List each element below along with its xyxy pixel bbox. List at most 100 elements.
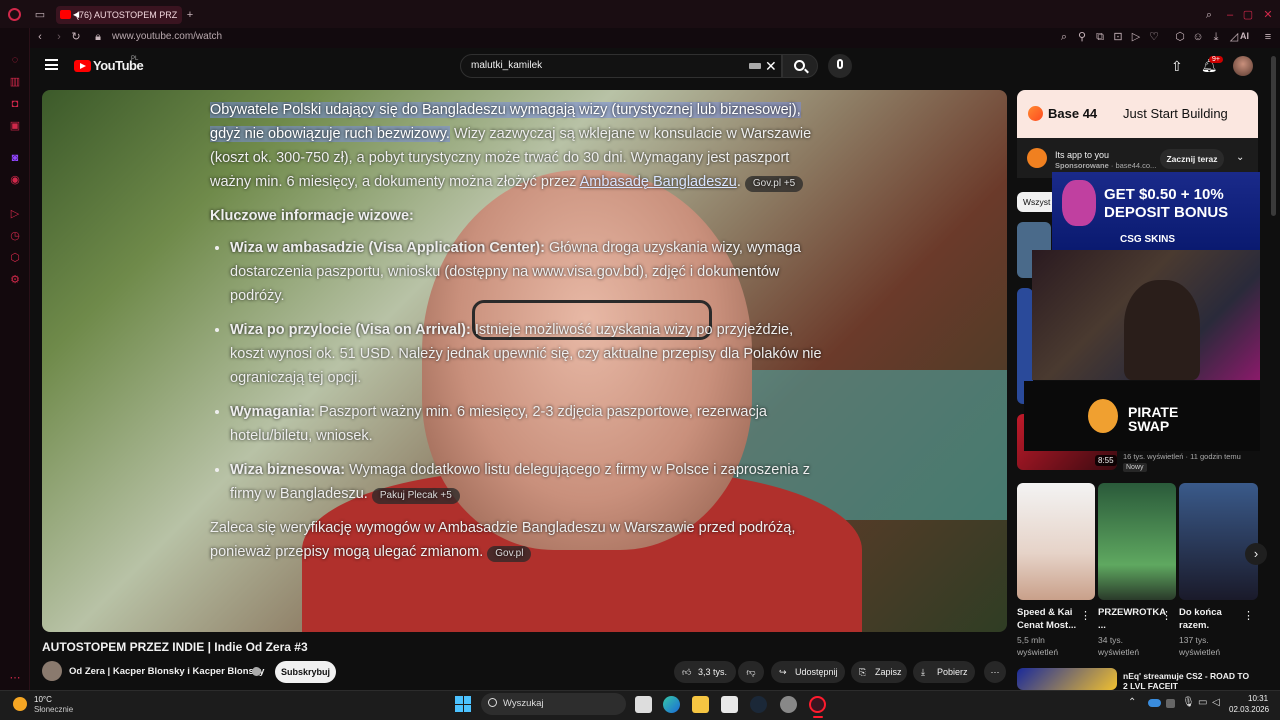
share-icon: ↪	[779, 667, 787, 677]
tray-chevron-icon[interactable]: ⌃	[1128, 697, 1136, 708]
weather-icon[interactable]	[13, 697, 27, 711]
upload-icon[interactable]: ⇧	[1171, 58, 1183, 75]
close-window-icon[interactable]: ✕	[1262, 9, 1274, 21]
ai-sidebar-icon[interactable]: ◌	[9, 54, 21, 66]
back-icon[interactable]: ‹	[34, 31, 46, 43]
player-icon[interactable]: ▷	[1130, 31, 1142, 43]
more-actions-button[interactable]: ⋯	[984, 661, 1006, 683]
volume-icon[interactable]: ◁	[1212, 697, 1220, 708]
search-button[interactable]	[782, 54, 818, 78]
short-menu-icon[interactable]: ⋮	[1243, 609, 1254, 622]
ad-brand: Base 44	[1048, 106, 1098, 121]
music-icon[interactable]: ▣	[9, 120, 21, 132]
short-thumbnail[interactable]	[1179, 483, 1258, 600]
pin-icon[interactable]: ⚲	[1076, 31, 1088, 43]
file-explorer-icon[interactable]	[692, 696, 709, 713]
source-chip[interactable]: Pakuj Plecak +5	[371, 488, 460, 504]
clear-search-icon[interactable]: ✕	[765, 58, 777, 75]
profile-icon[interactable]: ☺	[1192, 31, 1204, 43]
heart-icon[interactable]: ♡	[1148, 31, 1160, 43]
shorts-next-button[interactable]: ›	[1245, 543, 1267, 565]
short-title[interactable]: Speed & Kai Cenat Most...	[1017, 606, 1077, 632]
page-scrollbar[interactable]	[1271, 56, 1276, 216]
clock-date[interactable]: 02.03.2026	[1229, 705, 1269, 714]
taskbar-search[interactable]: Wyszukaj	[481, 693, 626, 715]
dislike-button[interactable]: 👎︎	[738, 661, 764, 683]
next-video-title[interactable]: nEq' streamuje CS2 - ROAD TO 2 LVL FACEI…	[1123, 671, 1251, 690]
minimize-icon[interactable]: –	[1224, 9, 1236, 21]
short-menu-icon[interactable]: ⋮	[1080, 609, 1091, 622]
network-icon[interactable]: ▭	[1198, 697, 1207, 708]
chip-all[interactable]: Wszyst	[1017, 192, 1057, 212]
short-title[interactable]: PRZEWROTKA ...	[1098, 606, 1166, 632]
opera-logo-icon[interactable]	[8, 8, 21, 21]
zoom-icon[interactable]: ⌕	[1058, 31, 1070, 43]
player-sidebar-icon[interactable]: ◉	[9, 174, 21, 186]
downloads-icon[interactable]: ⤓	[1210, 31, 1222, 43]
short-title[interactable]: Do końca razem.	[1179, 606, 1235, 632]
menu-icon[interactable]: ≡	[1262, 31, 1274, 43]
url-field[interactable]: www.youtube.com/watch	[112, 31, 222, 42]
channel-name[interactable]: Od Zera | Kacper Blonsky i Kacper Blonsk…	[69, 666, 264, 677]
tray-app-icon[interactable]	[1166, 699, 1175, 708]
keyboard-icon[interactable]	[749, 63, 761, 69]
app-icon[interactable]	[780, 696, 797, 713]
aria-icon[interactable]: ◿	[1228, 31, 1240, 43]
video-thumbnail[interactable]	[1017, 668, 1117, 690]
ai-button[interactable]: AI	[1240, 31, 1249, 41]
twitch-icon[interactable]: ◙	[9, 152, 21, 164]
channel-avatar[interactable]	[42, 661, 62, 681]
weather-temp[interactable]: 10°C	[34, 695, 52, 704]
steam-icon[interactable]	[750, 696, 767, 713]
ad-expand-icon[interactable]: ⌄	[1236, 152, 1244, 163]
source-chip[interactable]: Gov.pl	[487, 546, 532, 562]
subscribe-button[interactable]: Subskrybuj	[275, 661, 336, 683]
ad-cta-button[interactable]: Zacznij teraz	[1160, 149, 1224, 169]
extensions-sidebar-icon[interactable]: ⬡	[9, 252, 21, 264]
youtube-logo-icon[interactable]	[74, 60, 91, 72]
clock-time[interactable]: 10:31	[1248, 694, 1268, 703]
play-sidebar-icon[interactable]: ▷	[9, 208, 21, 220]
hamburger-menu-icon[interactable]	[45, 59, 58, 70]
voice-search-button[interactable]	[828, 54, 852, 78]
speaker-icon[interactable]: ◀	[73, 10, 81, 19]
more-sidebar-icon[interactable]: ⋯	[9, 672, 21, 684]
share-button[interactable]: ↪ Udostępnij	[771, 661, 845, 683]
ad-banner[interactable]: Base 44 Just Start Building	[1017, 90, 1258, 138]
snapshot-icon[interactable]: ⧉	[1094, 31, 1106, 43]
source-chip[interactable]: Gov.pl +5	[744, 176, 804, 192]
overlay-embassy-link[interactable]: Ambasadę Bangladeszu	[580, 174, 737, 190]
microphone-icon[interactable]: 🎙︎	[1182, 697, 1195, 708]
store-icon[interactable]	[721, 696, 738, 713]
workspaces-icon[interactable]: ▥	[9, 76, 21, 88]
start-windows-icon[interactable]	[455, 696, 471, 712]
download-button[interactable]: ⤓ Pobierz	[913, 661, 975, 683]
settings-icon[interactable]: ⚙	[9, 274, 21, 286]
onedrive-icon[interactable]	[1148, 699, 1161, 707]
reload-icon[interactable]: ↻	[70, 31, 82, 43]
edge-icon[interactable]	[663, 696, 680, 713]
short-menu-icon[interactable]: ⋮	[1161, 609, 1172, 622]
forward-icon[interactable]: ›	[53, 31, 65, 43]
tab-share-icon[interactable]: ⊡	[1112, 31, 1124, 43]
tab-manager-icon[interactable]: ▭	[34, 9, 46, 21]
extensions-icon[interactable]: ⬡	[1174, 31, 1186, 43]
video-player[interactable]: Obywatele Polski udający się do Banglade…	[42, 90, 1007, 632]
pirateswap-overlay-ad[interactable]: PIRATE SWAP	[1024, 381, 1260, 451]
short-thumbnail[interactable]	[1017, 483, 1095, 600]
save-button[interactable]: ⎘ Zapisz	[851, 661, 907, 683]
account-avatar[interactable]	[1233, 56, 1253, 76]
messenger-icon[interactable]: ◘	[9, 98, 21, 110]
short-thumbnail[interactable]	[1098, 483, 1176, 600]
ad-sponsored: Sponsorowane · base44.co...	[1055, 161, 1157, 170]
csgskins-overlay-ad[interactable]: GET $0.50 + 10% DEPOSIT BONUS CSG SKINS	[1052, 172, 1260, 250]
opera-taskbar-icon[interactable]	[809, 696, 826, 713]
history-icon[interactable]: ◷	[9, 230, 21, 242]
task-view-icon[interactable]	[635, 696, 652, 713]
search-input[interactable]: malutki_kamilek	[460, 54, 782, 78]
search-tabs-icon[interactable]: ⌕	[1203, 9, 1215, 21]
search-icon-handle	[804, 68, 809, 74]
like-button[interactable]: 👍︎ 3,3 tys.	[674, 661, 736, 683]
maximize-icon[interactable]: ▢	[1242, 9, 1254, 21]
new-tab-icon[interactable]: +	[184, 9, 196, 21]
